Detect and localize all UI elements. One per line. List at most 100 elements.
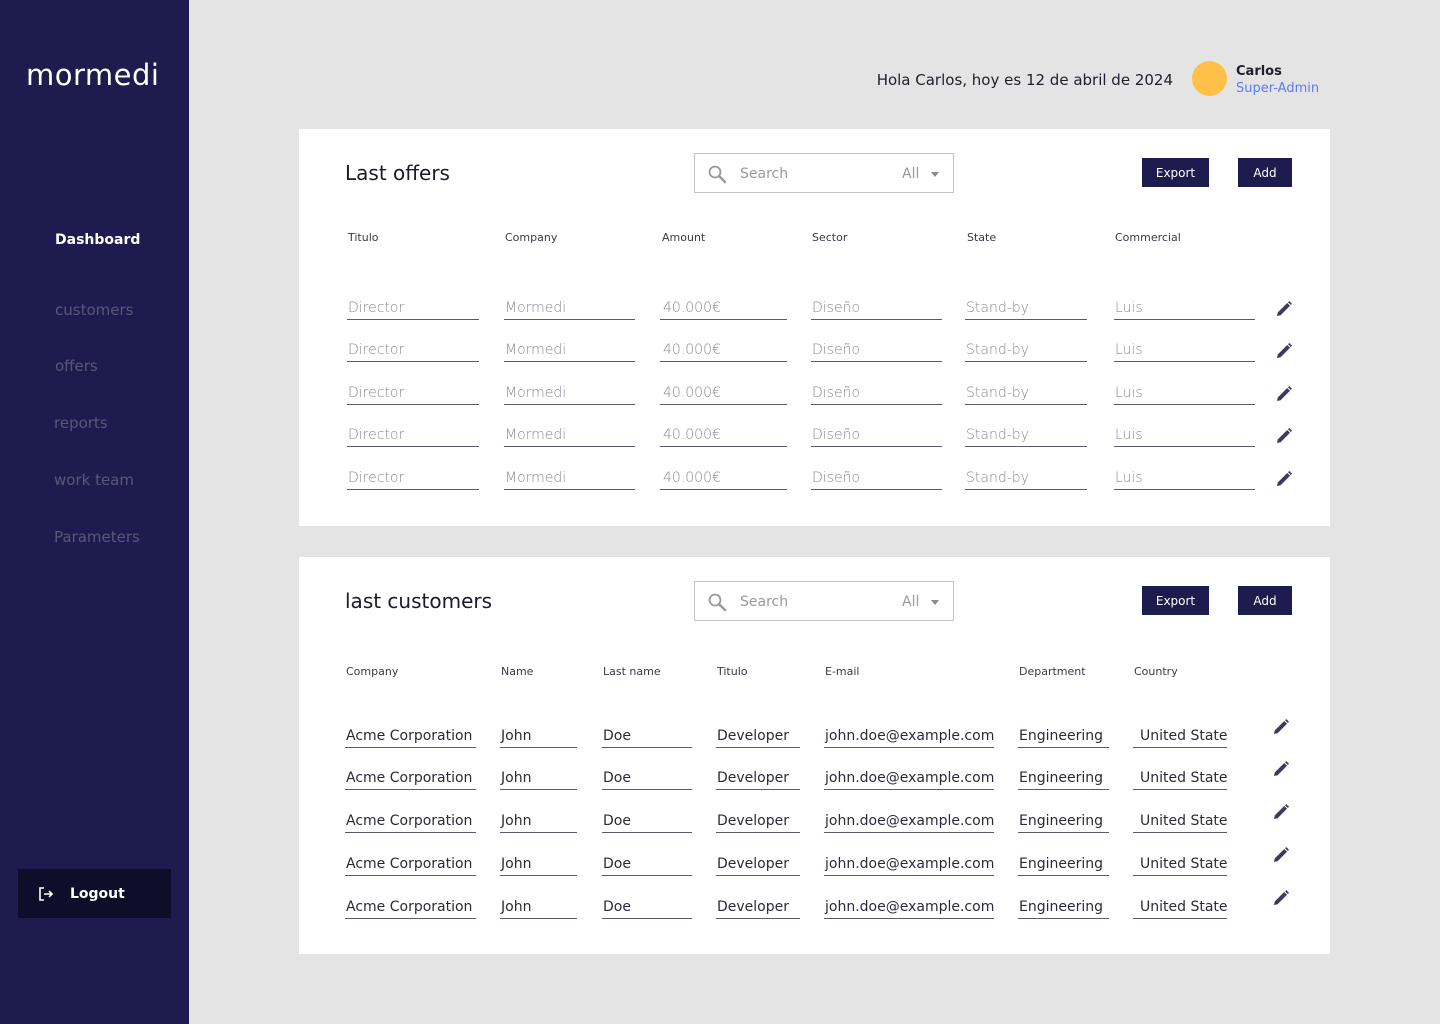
table-cell[interactable]: 40.000€ xyxy=(660,339,787,362)
column-header-titulo[interactable]: Titulo xyxy=(717,665,748,678)
sidebar-item-customers[interactable]: customers xyxy=(55,301,133,319)
table-cell[interactable]: Doe xyxy=(602,767,692,790)
customers-export-button[interactable]: Export xyxy=(1142,586,1209,615)
edit-pencil-icon[interactable] xyxy=(1272,760,1290,778)
table-cell[interactable]: Doe xyxy=(602,896,692,919)
logout-button[interactable]: Logout xyxy=(18,869,171,918)
sidebar-item-work-team[interactable]: work team xyxy=(54,471,134,489)
table-cell[interactable]: Director xyxy=(347,297,479,320)
column-header-last-name[interactable]: Last name xyxy=(603,665,661,678)
column-header-amount[interactable]: Amount xyxy=(662,231,705,244)
sidebar-item-reports[interactable]: reports xyxy=(54,414,108,432)
table-cell[interactable]: Mormedi xyxy=(504,424,635,447)
table-cell[interactable]: John xyxy=(500,725,577,748)
table-cell[interactable]: 40.000€ xyxy=(660,424,787,447)
table-cell[interactable]: Developer xyxy=(716,810,800,833)
offers-export-button[interactable]: Export xyxy=(1142,158,1209,187)
table-cell[interactable]: Acme Corporation xyxy=(345,896,476,919)
table-cell[interactable]: Diseño xyxy=(811,382,942,405)
table-cell[interactable]: Acme Corporation xyxy=(345,725,476,748)
table-cell[interactable]: Luis xyxy=(1114,339,1255,362)
table-cell[interactable]: Director xyxy=(347,424,479,447)
edit-pencil-icon[interactable] xyxy=(1272,718,1290,736)
column-header-country[interactable]: Country xyxy=(1134,665,1178,678)
table-cell[interactable]: Stand-by xyxy=(965,382,1087,405)
table-cell[interactable]: Luis xyxy=(1114,382,1255,405)
customers-search-input[interactable]: Search All xyxy=(694,581,954,621)
table-cell[interactable]: Acme Corporation xyxy=(345,853,476,876)
table-cell[interactable]: Developer xyxy=(716,853,800,876)
table-cell[interactable]: John xyxy=(500,810,577,833)
caret-down-icon[interactable] xyxy=(931,600,939,605)
table-cell[interactable]: Doe xyxy=(602,725,692,748)
table-cell[interactable]: Mormedi xyxy=(504,467,635,490)
edit-pencil-icon[interactable] xyxy=(1272,803,1290,821)
edit-pencil-icon[interactable] xyxy=(1275,427,1293,445)
table-cell[interactable]: Engineering xyxy=(1018,810,1109,833)
column-header-department[interactable]: Department xyxy=(1019,665,1086,678)
sidebar-item-offers[interactable]: offers xyxy=(55,357,98,375)
table-cell[interactable]: john.doe@example.com xyxy=(824,725,994,748)
table-cell[interactable]: Diseño xyxy=(811,467,942,490)
column-header-e-mail[interactable]: E-mail xyxy=(825,665,860,678)
table-cell[interactable]: Doe xyxy=(602,810,692,833)
column-header-name[interactable]: Name xyxy=(501,665,533,678)
table-cell[interactable]: Developer xyxy=(716,896,800,919)
table-cell[interactable]: Engineering xyxy=(1018,725,1109,748)
table-cell[interactable]: Director xyxy=(347,339,479,362)
caret-down-icon[interactable] xyxy=(931,172,939,177)
table-cell[interactable]: Director xyxy=(347,382,479,405)
table-cell[interactable]: United States xyxy=(1133,853,1227,876)
customers-add-button[interactable]: Add xyxy=(1238,586,1292,615)
table-cell[interactable]: United States xyxy=(1133,810,1227,833)
table-cell[interactable]: Stand-by xyxy=(965,467,1087,490)
sidebar-item-dashboard[interactable]: Dashboard xyxy=(55,232,140,248)
column-header-sector[interactable]: Sector xyxy=(812,231,847,244)
table-cell[interactable]: 40.000€ xyxy=(660,297,787,320)
table-cell[interactable]: john.doe@example.com xyxy=(824,810,994,833)
table-cell[interactable]: Engineering xyxy=(1018,767,1109,790)
table-cell[interactable]: Acme Corporation xyxy=(345,810,476,833)
edit-pencil-icon[interactable] xyxy=(1272,889,1290,907)
table-cell[interactable]: United States xyxy=(1133,896,1227,919)
column-header-commercial[interactable]: Commercial xyxy=(1115,231,1181,244)
table-cell[interactable]: Luis xyxy=(1114,297,1255,320)
table-cell[interactable]: john.doe@example.com xyxy=(824,896,994,919)
table-cell[interactable]: 40.000€ xyxy=(660,382,787,405)
table-cell[interactable]: United States xyxy=(1133,767,1227,790)
table-cell[interactable]: Director xyxy=(347,467,479,490)
table-cell[interactable]: john.doe@example.com xyxy=(824,767,994,790)
table-cell[interactable]: Luis xyxy=(1114,424,1255,447)
table-cell[interactable]: Stand-by xyxy=(965,424,1087,447)
table-cell[interactable]: john.doe@example.com xyxy=(824,853,994,876)
avatar[interactable] xyxy=(1192,61,1227,96)
column-header-company[interactable]: Company xyxy=(505,231,557,244)
table-cell[interactable]: Diseño xyxy=(811,424,942,447)
table-cell[interactable]: 40.000€ xyxy=(660,467,787,490)
table-cell[interactable]: John xyxy=(500,767,577,790)
table-cell[interactable]: Mormedi xyxy=(504,339,635,362)
filter-dropdown[interactable]: All xyxy=(902,166,919,182)
edit-pencil-icon[interactable] xyxy=(1275,300,1293,318)
table-cell[interactable]: Diseño xyxy=(811,297,942,320)
table-cell[interactable]: John xyxy=(500,896,577,919)
table-cell[interactable]: Developer xyxy=(716,725,800,748)
column-header-titulo[interactable]: Titulo xyxy=(348,231,379,244)
column-header-state[interactable]: State xyxy=(967,231,996,244)
table-cell[interactable]: Engineering xyxy=(1018,853,1109,876)
table-cell[interactable]: Developer xyxy=(716,767,800,790)
table-cell[interactable]: Acme Corporation xyxy=(345,767,476,790)
table-cell[interactable]: Luis xyxy=(1114,467,1255,490)
sidebar-item-parameters[interactable]: Parameters xyxy=(54,528,140,546)
table-cell[interactable]: United States xyxy=(1133,725,1227,748)
column-header-company[interactable]: Company xyxy=(346,665,398,678)
filter-dropdown[interactable]: All xyxy=(902,594,919,610)
offers-search-input[interactable]: Search All xyxy=(694,153,954,193)
table-cell[interactable]: Mormedi xyxy=(504,382,635,405)
table-cell[interactable]: John xyxy=(500,853,577,876)
table-cell[interactable]: Diseño xyxy=(811,339,942,362)
edit-pencil-icon[interactable] xyxy=(1275,385,1293,403)
edit-pencil-icon[interactable] xyxy=(1272,846,1290,864)
table-cell[interactable]: Stand-by xyxy=(965,297,1087,320)
offers-add-button[interactable]: Add xyxy=(1238,158,1292,187)
